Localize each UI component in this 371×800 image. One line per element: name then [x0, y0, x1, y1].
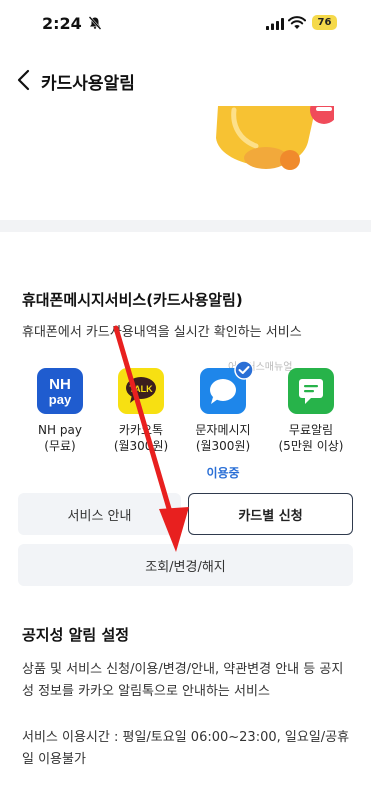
- wifi-icon: [288, 16, 306, 29]
- svg-text:NH: NH: [49, 376, 71, 393]
- talk-bubble-icon: TALK: [126, 377, 156, 403]
- check-badge-icon: [234, 360, 254, 380]
- service-section-title: 휴대폰메시지서비스(카드사용알림): [22, 291, 243, 309]
- bell-illustration-icon: [216, 106, 334, 170]
- status-bar: 2:24 76: [0, 0, 371, 48]
- inquiry-change-cancel-button[interactable]: 조회/변경/해지: [18, 544, 353, 586]
- header: 카드사용알림: [0, 56, 371, 106]
- chat-square-icon: [299, 379, 323, 404]
- service-free-alert[interactable]: 무료알림 (5만원 이상): [272, 368, 350, 454]
- banner: [0, 106, 371, 220]
- page-title: 카드사용알림: [41, 74, 135, 94]
- svg-text:pay: pay: [49, 392, 72, 407]
- signal-icon: [266, 18, 284, 30]
- service-status-badge: 이용중: [206, 466, 240, 480]
- nh-pay-icon: NH pay: [49, 376, 72, 407]
- service-price: (무료): [44, 439, 76, 453]
- service-kakaotalk[interactable]: TALK 카카오톡 (월300원): [102, 368, 180, 454]
- status-time: 2:24: [42, 14, 82, 33]
- service-name: 문자메시지: [195, 423, 251, 437]
- nh-pay-logo-icon: NH pay: [37, 368, 83, 414]
- notice-service-hours: 서비스 이용시간 : 평일/토요일 06:00~23:00, 일요일/공휴일 이…: [22, 730, 350, 767]
- service-sms[interactable]: 문자메시지 (월300원) 이용중: [184, 360, 262, 481]
- service-price: (월300원): [195, 439, 251, 453]
- kakaotalk-logo-icon: TALK: [118, 368, 164, 414]
- service-nh-pay[interactable]: NH pay NH pay (무료): [21, 368, 99, 454]
- service-name: 카카오톡: [118, 423, 164, 437]
- card-apply-button[interactable]: 카드별 신청: [188, 493, 353, 535]
- free-alert-logo-icon: [288, 368, 334, 414]
- bell-mute-icon: [88, 16, 102, 30]
- battery-indicator: 76: [312, 15, 337, 30]
- service-price: (월300원): [113, 439, 169, 453]
- service-guide-button[interactable]: 서비스 안내: [18, 493, 181, 535]
- notice-section-title: 공지성 알림 설정: [22, 626, 130, 644]
- back-chevron-icon[interactable]: [14, 68, 34, 92]
- sms-logo-icon: [200, 360, 254, 414]
- service-section-description: 휴대폰에서 카드사용내역을 실시간 확인하는 서비스: [22, 325, 302, 340]
- service-name: 무료알림: [288, 423, 334, 437]
- service-price: (5만원 이상): [278, 439, 344, 453]
- service-name: NH pay: [38, 423, 82, 437]
- svg-text:TALK: TALK: [129, 384, 153, 394]
- section-divider: [0, 220, 371, 232]
- notice-section-description: 상품 및 서비스 신청/이용/변경/안내, 약관변경 안내 등 공지성 정보를 …: [22, 662, 344, 699]
